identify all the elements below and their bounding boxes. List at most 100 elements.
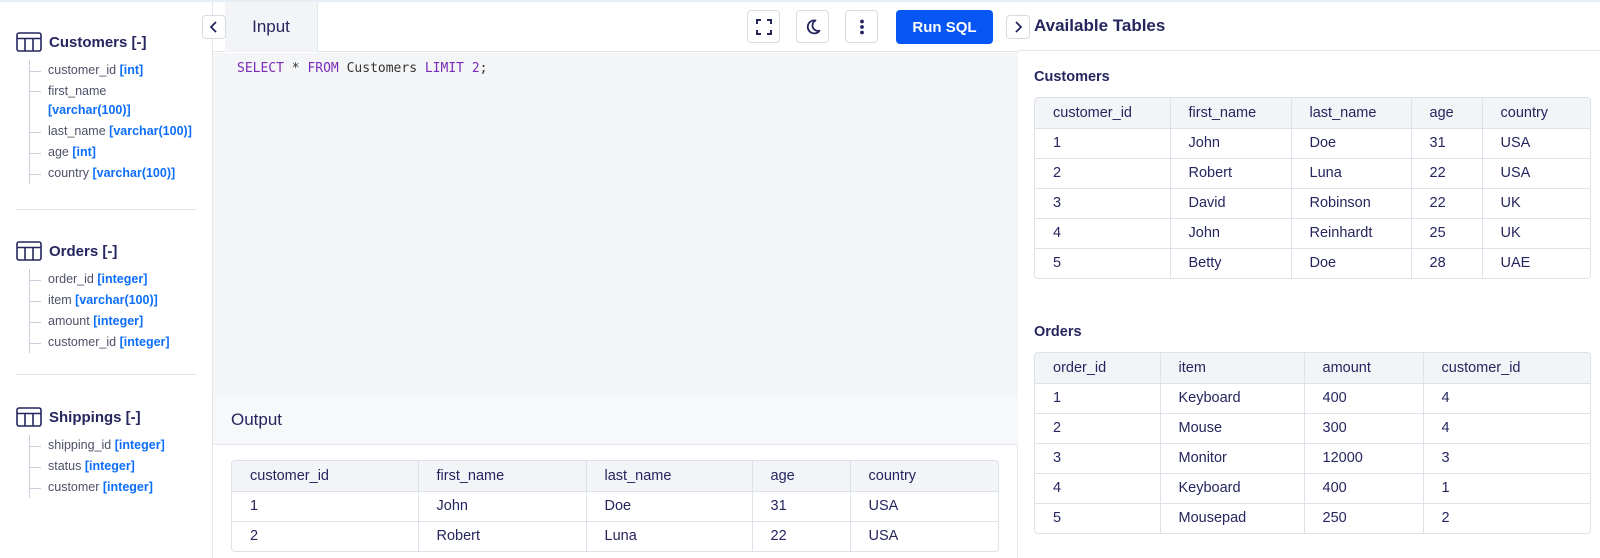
schema-customers-toggle[interactable]: Customers [-]: [16, 30, 198, 54]
divider: [16, 374, 196, 375]
column-list: order_id [integer] item [varchar(100)] a…: [29, 269, 198, 353]
table-cell: 4: [1423, 383, 1590, 414]
tab-input[interactable]: Input: [225, 2, 318, 52]
table-cell: Keyboard: [1160, 473, 1305, 504]
schema-shippings-toggle[interactable]: Shippings [-]: [16, 405, 198, 429]
table-row: 2 Robert Luna 22 USA: [232, 521, 998, 551]
column-header: age: [1411, 98, 1483, 129]
editor-toolbar: Input Run SQL: [213, 2, 1018, 52]
table-cell: Betty: [1170, 248, 1292, 278]
collapse-sidebar-button[interactable]: [202, 15, 226, 39]
available-tables-title: Available Tables: [1034, 16, 1166, 35]
theme-toggle-button[interactable]: [796, 10, 829, 43]
column-item: customer [integer]: [30, 477, 198, 498]
table-cell: Luna: [586, 521, 753, 551]
orders-table: order_id item amount customer_id 1 Keybo…: [1034, 352, 1591, 534]
editor-panel: Input Run SQL SELECT * FROM Customers LI…: [202, 2, 1018, 558]
column-header: order_id: [1035, 353, 1161, 384]
table-cell: 2: [1035, 158, 1171, 189]
table-cell: 1: [1035, 128, 1171, 159]
table-cell: 5: [1035, 503, 1161, 533]
expand-icon: [755, 18, 772, 35]
table-cell: Doe: [586, 491, 753, 522]
fullscreen-button[interactable]: [747, 10, 780, 43]
table-cell: Robinson: [1291, 188, 1412, 219]
table-name-orders: Orders: [1034, 324, 1082, 340]
column-header: first_name: [1170, 98, 1292, 129]
available-tables-header: Available Tables: [1018, 2, 1600, 51]
table-cell: 4: [1035, 473, 1161, 504]
sql-editor[interactable]: SELECT * FROM Customers LIMIT 2;: [213, 53, 1018, 396]
collapse-tables-button[interactable]: [1006, 15, 1030, 39]
table-cell: Robert: [1170, 158, 1292, 189]
table-row: 2 Mouse 300 4: [1035, 413, 1590, 444]
output-table: customer_id first_name last_name age cou…: [231, 460, 999, 552]
column-list: shipping_id [integer] status [integer] c…: [29, 435, 198, 498]
column-item: customer_id [integer]: [30, 332, 198, 353]
table-cell: 2: [232, 521, 419, 551]
column-item: country [varchar(100)]: [30, 163, 198, 184]
table-cell: Luna: [1291, 158, 1412, 189]
table-cell: 3: [1423, 443, 1590, 474]
table-row: 3 David Robinson 22 UK: [1035, 188, 1590, 219]
more-vertical-icon: [859, 19, 864, 34]
column-item: last_name [varchar(100)]: [30, 121, 198, 142]
column-item: amount [integer]: [30, 311, 198, 332]
column-item: order_id [integer]: [30, 269, 198, 290]
schema-orders: Orders [-] order_id [integer] item [varc…: [16, 239, 198, 353]
schema-title: Customers [-]: [49, 33, 147, 51]
table-cell: 1: [1423, 473, 1590, 504]
table-cell: Reinhardt: [1291, 218, 1412, 249]
column-item: status [integer]: [30, 456, 198, 477]
table-cell: 25: [1411, 218, 1483, 249]
table-cell: 4: [1035, 218, 1171, 249]
table-cell: 3: [1035, 443, 1161, 474]
table-cell: 1: [1035, 383, 1161, 414]
table-row: 4 John Reinhardt 25 UK: [1035, 218, 1590, 249]
table-cell: 22: [752, 521, 851, 551]
column-header: item: [1160, 353, 1305, 384]
table-icon: [16, 241, 42, 261]
sql-code-line: SELECT * FROM Customers LIMIT 2;: [237, 61, 488, 76]
table-cell: UK: [1482, 188, 1590, 219]
column-item: item [varchar(100)]: [30, 290, 198, 311]
column-header: country: [1482, 98, 1590, 129]
column-header: amount: [1304, 353, 1424, 384]
column-header: customer_id: [1035, 98, 1171, 129]
table-icon: [16, 407, 42, 427]
table-row: 4 Keyboard 400 1: [1035, 473, 1590, 504]
available-tables-panel: Available Tables Customers customer_id f…: [1006, 2, 1600, 558]
table-cell: 2: [1035, 413, 1161, 444]
run-sql-button[interactable]: Run SQL: [896, 10, 993, 44]
table-row: 3 Monitor 12000 3: [1035, 443, 1590, 474]
table-cell: 31: [752, 491, 851, 522]
output-title: Output: [231, 410, 283, 429]
output-header: Output: [213, 396, 1018, 445]
schema-customers: Customers [-] customer_id [int] first_na…: [16, 30, 198, 184]
table-cell: Robert: [418, 521, 587, 551]
schema-sidebar: Customers [-] customer_id [int] first_na…: [0, 2, 213, 558]
more-options-button[interactable]: [845, 10, 878, 43]
table-icon: [16, 32, 42, 52]
column-header: first_name: [418, 461, 587, 492]
table-cell: 5: [1035, 248, 1171, 278]
table-cell: Doe: [1291, 248, 1412, 278]
table-cell: USA: [850, 491, 998, 522]
table-cell: UAE: [1500, 255, 1531, 272]
column-header: last_name: [586, 461, 753, 492]
table-cell: Mousepad: [1160, 503, 1305, 533]
table-cell: John: [418, 491, 587, 522]
table-cell: USA: [868, 528, 899, 545]
schema-title: Orders [-]: [49, 242, 118, 260]
table-cell: 300: [1304, 413, 1424, 444]
table-cell: Doe: [1291, 128, 1412, 159]
column-item: customer_id [int]: [30, 60, 198, 81]
table-row: 2 Robert Luna 22 USA: [1035, 158, 1590, 189]
schema-orders-toggle[interactable]: Orders [-]: [16, 239, 198, 263]
table-cell: John: [1170, 128, 1292, 159]
table-cell: 4: [1423, 413, 1590, 444]
table-header-row: order_id item amount customer_id: [1035, 353, 1590, 384]
table-cell: Mouse: [1160, 413, 1305, 444]
column-header: customer_id: [1423, 353, 1590, 384]
column-header: age: [752, 461, 851, 492]
